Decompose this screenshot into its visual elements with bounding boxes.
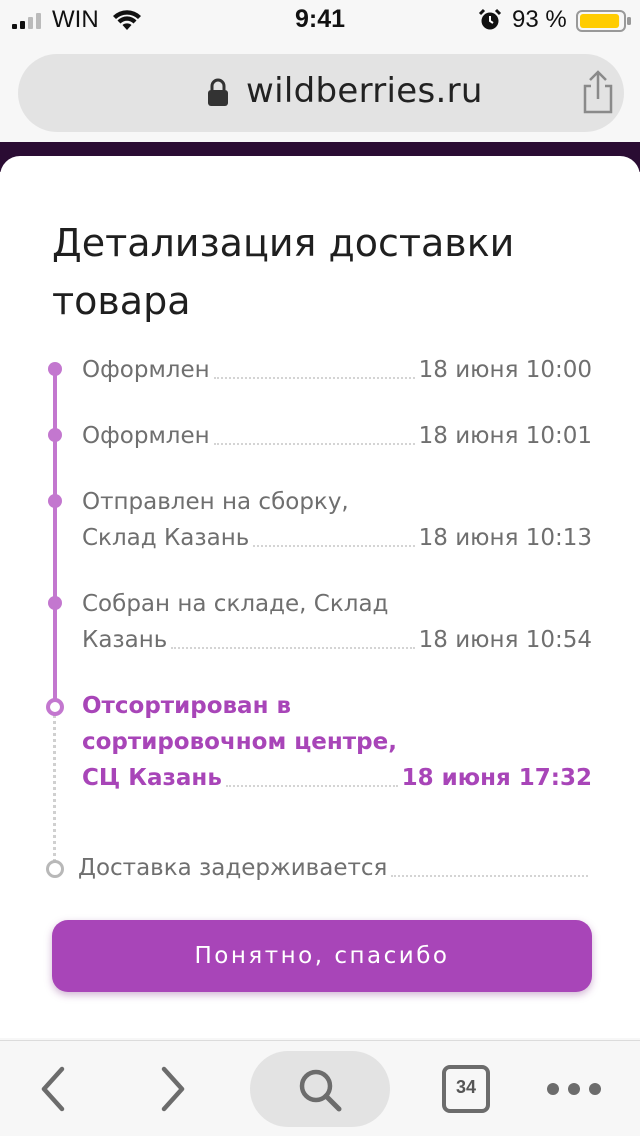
- event-date: 18 июня 10:54: [418, 627, 592, 653]
- lock-icon: [208, 78, 228, 106]
- event-date: 18 июня 10:01: [418, 423, 592, 449]
- event-date: 18 июня 10:00: [418, 357, 592, 383]
- timeline-line-pending: [53, 708, 56, 868]
- status-bar: WIN 9:41 93 %: [0, 0, 640, 40]
- more-icon[interactable]: [544, 1079, 604, 1099]
- timeline-dot-done: [48, 596, 62, 610]
- battery-icon: [576, 10, 631, 32]
- search-icon: [299, 1069, 342, 1112]
- url-text[interactable]: wildberries.ru: [246, 71, 483, 111]
- event-date: 18 июня 17:32: [401, 765, 592, 791]
- delivery-details-modal: Детализация доставки товара Оформлен 18 и…: [0, 156, 640, 1038]
- address-bar[interactable]: wildberries.ru: [18, 54, 624, 132]
- forward-icon[interactable]: [152, 1065, 192, 1113]
- tab-count: 34: [455, 1077, 477, 1097]
- search-button[interactable]: [250, 1051, 390, 1127]
- timeline-event: Оформлен 18 июня 10:00: [82, 352, 592, 388]
- timeline-event: Отправлен на сборку, Склад Казань 18 июня…: [82, 484, 592, 556]
- timeline-dot-current: [46, 698, 64, 716]
- ok-thanks-button[interactable]: Понятно, спасибо: [52, 920, 592, 992]
- share-icon[interactable]: [578, 70, 618, 114]
- delivery-timeline: Оформлен 18 июня 10:00 Оформлен 18 июня 10…: [0, 156, 640, 1038]
- timeline-dot-pending: [46, 860, 64, 878]
- timeline-event-current: Отсортирован в сортировочном центре, СЦ …: [82, 688, 592, 796]
- browser-toolbar: 34: [0, 1040, 640, 1136]
- timeline-line-completed: [53, 370, 57, 706]
- alarm-icon: [478, 8, 502, 30]
- event-date: 18 июня 10:13: [418, 525, 592, 551]
- back-icon[interactable]: [34, 1065, 74, 1113]
- timeline-dot-done: [48, 494, 62, 508]
- tabs-icon[interactable]: 34: [442, 1065, 490, 1113]
- timeline-event: Собран на складе, Склад Казань 18 июня 10…: [82, 586, 592, 658]
- battery-percent: 93 %: [512, 6, 567, 33]
- timeline-event-pending: Доставка задерживается: [78, 850, 592, 886]
- timeline-event: Оформлен 18 июня 10:01: [82, 418, 592, 454]
- timeline-dot-done: [48, 428, 62, 442]
- timeline-dot-done: [48, 362, 62, 376]
